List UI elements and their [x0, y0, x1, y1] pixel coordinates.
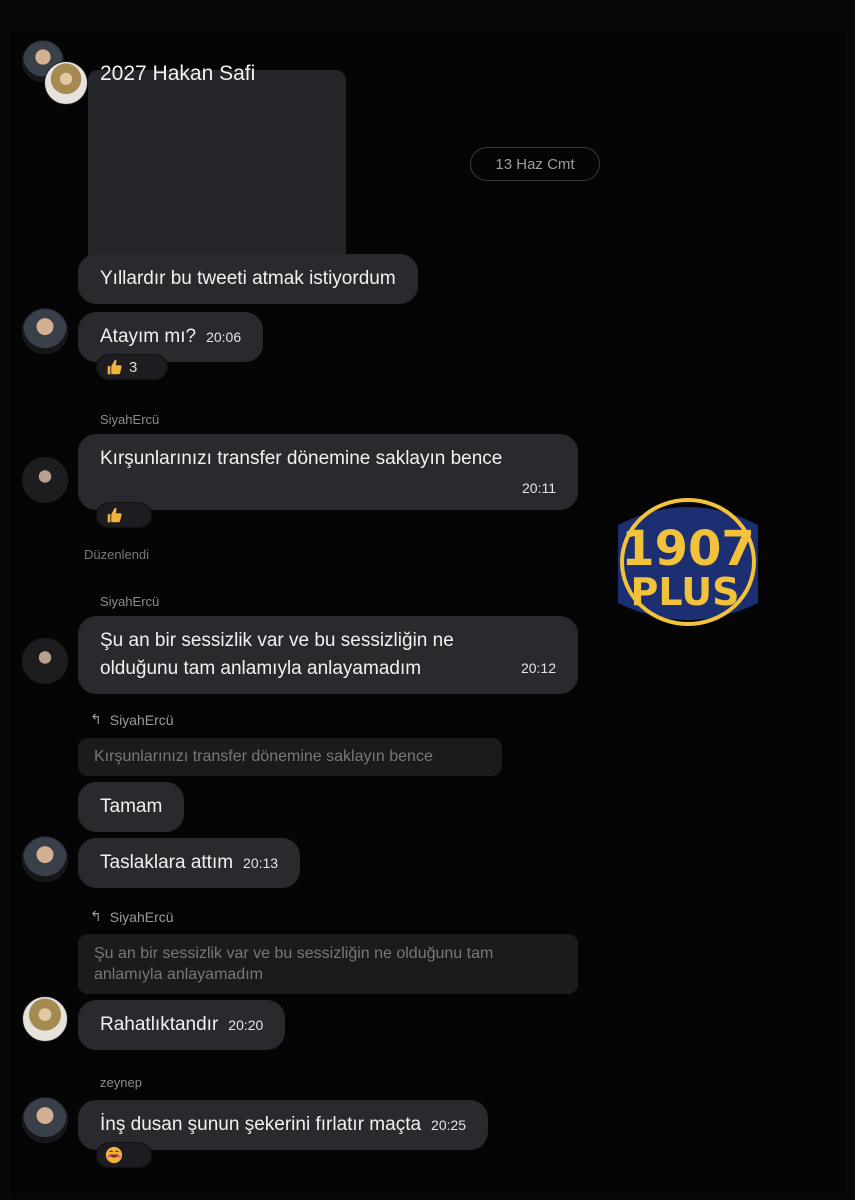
message-bubble[interactable]: Şu an bir sessizlik var ve bu sessizliği… [78, 616, 578, 694]
message-bubble[interactable]: Yıllardır bu tweeti atmak istiyordum [78, 254, 418, 304]
sender-name: SiyahErcü [100, 594, 160, 609]
group-title: 2027 Hakan Safi [100, 62, 256, 85]
reply-arrow-icon: ↰ [90, 908, 102, 924]
quoted-message[interactable]: Kırşunlarınızı transfer dönemine saklayı… [78, 738, 502, 776]
message-time: 20:25 [431, 1117, 467, 1133]
thumbs-up-icon [107, 507, 122, 523]
quoted-text-line: anlamıyla anlayamadım [94, 966, 263, 983]
message-bubble[interactable]: Kırşunlarınızı transfer dönemine saklayı… [78, 434, 578, 510]
chat-window: 2027 Hakan Safi 13 Haz Cmt Yıllardır bu … [10, 32, 845, 1197]
message-time: 20:13 [243, 855, 279, 871]
grinning-face-icon [105, 1146, 123, 1164]
message-time: 20:11 [522, 480, 556, 496]
group-avatar-front[interactable] [44, 61, 88, 105]
reaction-count: 3 [129, 358, 138, 376]
sender-name: zeynep [100, 1075, 142, 1090]
message-text: Taslaklara attım [100, 852, 234, 873]
message-time: 20:06 [206, 329, 242, 345]
message-text: İnş dusan şunun şekerini fırlatır maçta [100, 1114, 422, 1135]
thumbs-up-icon [107, 359, 122, 375]
reply-header: ↰ SiyahErcü [90, 908, 174, 925]
message-text-line: Şu an bir sessizlik var ve bu sessizliği… [100, 630, 454, 651]
reaction-badge[interactable] [96, 502, 152, 528]
sender-name: SiyahErcü [100, 412, 160, 427]
reaction-badge[interactable]: 3 [96, 354, 168, 380]
message-time: 20:12 [520, 660, 556, 676]
message-text: Kırşunlarınızı transfer dönemine saklayı… [100, 448, 503, 469]
message-bubble[interactable]: Tamam [78, 782, 185, 832]
message-bubble[interactable]: Rahatlıktandır 20:20 [78, 1000, 286, 1050]
sender-avatar[interactable] [22, 638, 68, 684]
quoted-message[interactable]: Şu an bir sessizlik var ve bu sessizliği… [78, 934, 578, 994]
date-separator: 13 Haz Cmt [470, 147, 600, 181]
sender-avatar[interactable] [22, 457, 68, 503]
message-bubble[interactable]: Taslaklara attım 20:13 [78, 838, 301, 888]
message-text: Yıllardır bu tweeti atmak istiyordum [100, 268, 396, 289]
sender-avatar[interactable] [22, 996, 68, 1042]
reply-header: ↰ SiyahErcü [90, 711, 174, 728]
sender-avatar[interactable] [22, 308, 68, 354]
quoted-text: Kırşunlarınızı transfer dönemine saklayı… [94, 748, 433, 765]
logo-text-bottom: PLUS [631, 570, 740, 614]
edited-label: Düzenlendi [84, 547, 150, 562]
sender-avatar[interactable] [22, 836, 68, 882]
message-text: Rahatlıktandır [100, 1014, 219, 1035]
message-time: 20:20 [228, 1017, 264, 1033]
logo-text-top: 1907 [621, 521, 755, 577]
message-text-line: olduğunu tam anlamıyla anlayamadım [100, 658, 422, 679]
quoted-text-line: Şu an bir sessizlik var ve bu sessizliği… [94, 945, 494, 962]
reply-arrow-icon: ↰ [90, 711, 102, 727]
reaction-badge[interactable] [96, 1142, 152, 1168]
sender-avatar[interactable] [22, 1097, 68, 1143]
reply-to-name: SiyahErcü [109, 711, 174, 728]
reply-to-name: SiyahErcü [109, 908, 174, 925]
message-text: Atayım mı? [100, 326, 197, 347]
brand-logo: 1907 PLUS [618, 498, 758, 626]
shared-media-placeholder[interactable] [88, 70, 346, 282]
message-text: Tamam [100, 796, 163, 817]
